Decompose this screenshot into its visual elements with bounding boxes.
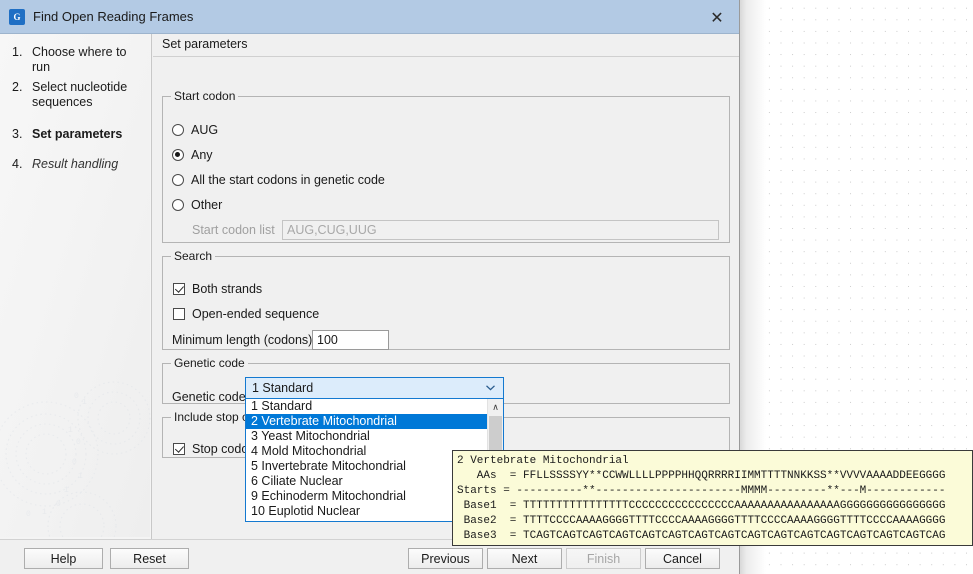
step-number: 1. [12, 45, 22, 60]
minimum-length-label: Minimum length (codons) [172, 333, 312, 347]
sidebar-item-set-parameters[interactable]: 3. Set parameters [12, 127, 142, 142]
step-label: Set parameters [32, 127, 142, 142]
radio-indicator [172, 124, 184, 136]
cancel-button[interactable]: Cancel [645, 548, 720, 569]
genetic-code-legend: Genetic code [171, 356, 248, 370]
search-group: Search Both strands Open-ended sequence … [162, 249, 730, 350]
start-codon-legend: Start codon [171, 89, 238, 103]
step-number: 2. [12, 80, 22, 95]
minimum-length-input[interactable] [312, 330, 389, 350]
scroll-up-icon[interactable]: ∧ [488, 399, 503, 415]
scrollbar-thumb[interactable] [489, 416, 502, 450]
app-icon: G [9, 9, 25, 25]
search-legend: Search [171, 249, 215, 263]
sidebar-item-select-nucleotide-sequences[interactable]: 2. Select nucleotide sequences [12, 80, 142, 110]
radio-label: Other [191, 198, 222, 212]
step-label: Result handling [32, 157, 142, 172]
start-codon-list-label: Start codon list [192, 223, 275, 237]
radio-start-codon-any[interactable]: Any [172, 148, 213, 162]
step-label: Choose where to run [32, 45, 142, 75]
tooltip-text: 2 Vertebrate Mitochondrial AAs = FFLLSSS… [457, 454, 972, 544]
checkbox-both-strands[interactable]: Both strands [173, 282, 262, 296]
window-title: Find Open Reading Frames [33, 9, 193, 24]
radio-indicator [172, 174, 184, 186]
dropdown-item-1-standard[interactable]: 1 Standard [246, 399, 489, 414]
step-number: 3. [12, 127, 22, 142]
reset-button[interactable]: Reset [110, 548, 189, 569]
wizard-sidebar: 01 10 01 10 10 1. Choose where to run 2.… [0, 34, 152, 539]
radio-start-codon-all-in-genetic-code[interactable]: All the start codons in genetic code [172, 173, 385, 187]
help-button[interactable]: Help [24, 548, 103, 569]
radio-start-codon-other[interactable]: Other [172, 198, 222, 212]
checkbox-stop-codon[interactable]: Stop codon [173, 442, 255, 456]
radio-start-codon-aug[interactable]: AUG [172, 123, 218, 137]
dropdown-item-3-yeast-mitochondrial[interactable]: 3 Yeast Mitochondrial [246, 429, 489, 444]
radio-indicator [172, 149, 184, 161]
finish-button: Finish [566, 548, 641, 569]
checkbox-label: Open-ended sequence [192, 307, 319, 321]
page-title: Set parameters [162, 37, 247, 51]
genetic-code-selected-value: 1 Standard [252, 381, 313, 395]
genetic-code-tooltip: 2 Vertebrate Mitochondrial AAs = FFLLSSS… [452, 450, 973, 546]
step-number: 4. [12, 157, 22, 172]
chevron-down-icon [485, 382, 496, 393]
previous-button[interactable]: Previous [408, 548, 483, 569]
start-codon-group: Start codon AUG Any All the start codons… [162, 89, 730, 243]
genetic-code-label: Genetic code [172, 390, 246, 404]
close-icon[interactable]: ✕ [694, 0, 740, 34]
sidebar-item-choose-where-to-run[interactable]: 1. Choose where to run [12, 45, 142, 75]
sidebar-item-result-handling[interactable]: 4. Result handling [12, 157, 142, 172]
checkbox-label: Both strands [192, 282, 262, 296]
checkbox-indicator [173, 443, 185, 455]
next-button[interactable]: Next [487, 548, 562, 569]
radio-indicator [172, 199, 184, 211]
title-bar: G Find Open Reading Frames ✕ [0, 0, 740, 34]
start-codon-list-input[interactable] [282, 220, 719, 240]
checkbox-indicator [173, 283, 185, 295]
radio-label: AUG [191, 123, 218, 137]
radio-label: Any [191, 148, 213, 162]
genetic-code-combobox[interactable]: 1 Standard [245, 377, 504, 399]
pane-header: Set parameters [153, 34, 740, 57]
dropdown-item-2-vertebrate-mitochondrial[interactable]: 2 Vertebrate Mitochondrial [246, 414, 489, 429]
radio-label: All the start codons in genetic code [191, 173, 385, 187]
step-label: Select nucleotide sequences [32, 80, 142, 110]
checkbox-open-ended-sequence[interactable]: Open-ended sequence [173, 307, 319, 321]
checkbox-indicator [173, 308, 185, 320]
